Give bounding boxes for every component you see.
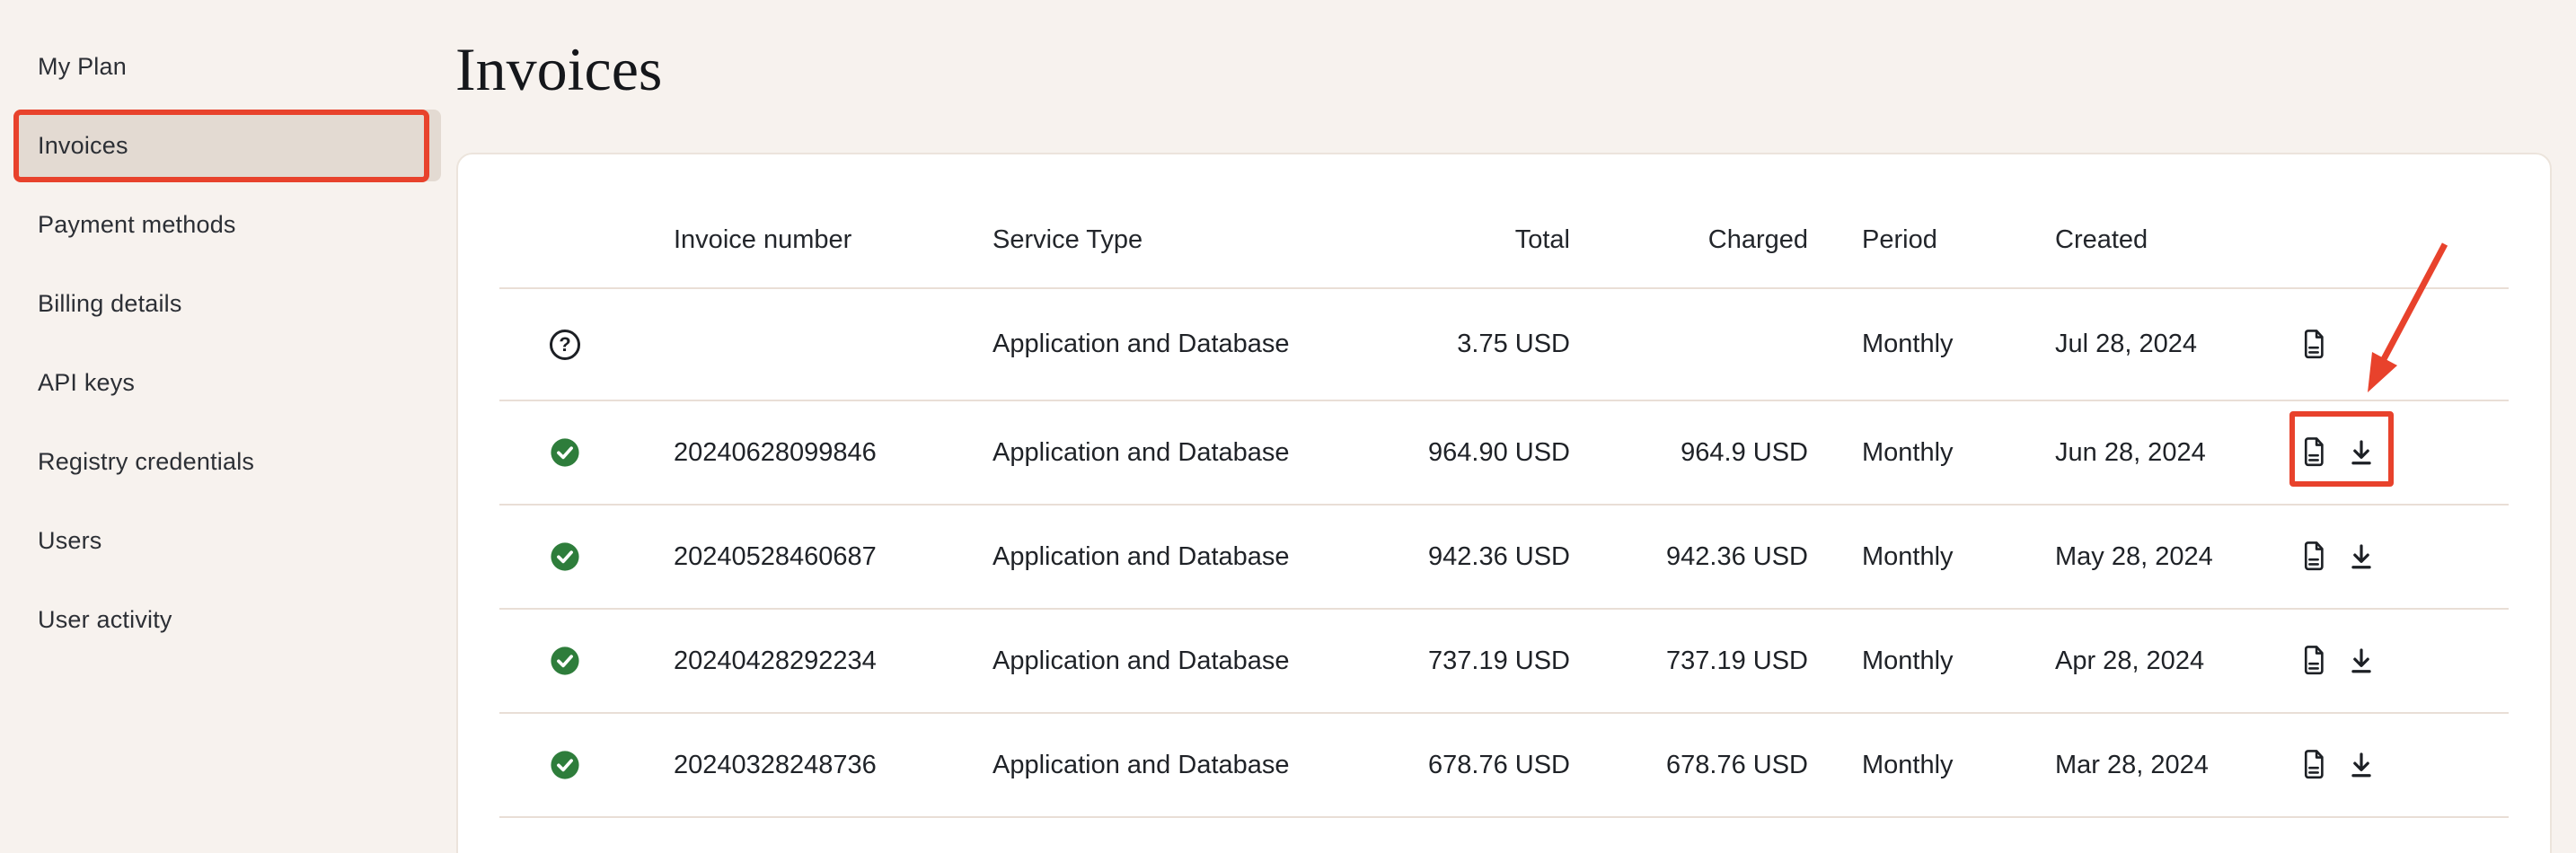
download-icon[interactable]: [2347, 438, 2376, 467]
actions-cell: [2293, 329, 2509, 361]
document-icon[interactable]: [2300, 436, 2327, 469]
period-cell: Monthly: [1808, 542, 2024, 572]
header-charged: Charged: [1570, 225, 1808, 255]
sidebar-item-registry-credentials[interactable]: Registry credentials: [13, 426, 441, 497]
period-cell: Monthly: [1808, 438, 2024, 468]
document-icon[interactable]: [2300, 749, 2327, 781]
document-icon[interactable]: [2300, 645, 2327, 677]
total-cell: 964.90 USD: [1352, 438, 1570, 468]
check-circle-icon: [550, 750, 580, 780]
total-cell: 3.75 USD: [1352, 330, 1570, 359]
sidebar-item-label: Payment methods: [38, 211, 236, 239]
invoice-number-cell: 20240528460687: [674, 542, 992, 572]
sidebar-item-label: Billing details: [38, 290, 182, 318]
created-cell: Apr 28, 2024: [2024, 646, 2293, 676]
charged-cell: 942.36 USD: [1570, 542, 1808, 572]
status-cell: [499, 541, 674, 572]
charged-cell: 678.76 USD: [1570, 751, 1808, 780]
total-cell: 942.36 USD: [1352, 542, 1570, 572]
invoice-row: 20240228018498Application and Database93…: [499, 816, 2509, 853]
sidebar-item-label: My Plan: [38, 53, 127, 81]
sidebar-item-invoices[interactable]: Invoices: [13, 110, 441, 181]
sidebar-item-label: Invoices: [38, 132, 128, 160]
total-cell: 678.76 USD: [1352, 751, 1570, 780]
status-cell: [499, 437, 674, 468]
billing-invoices-page: My Plan Invoices Payment methods Billing de…: [0, 0, 2576, 853]
service-type-cell: Application and Database: [992, 751, 1352, 780]
invoice-row: 20240328248736Application and Database67…: [499, 712, 2509, 816]
actions-cell: [2293, 541, 2509, 573]
header-service-type: Service Type: [992, 225, 1352, 255]
invoice-row: 20240528460687Application and Database94…: [499, 504, 2509, 608]
invoice-row: 20240428292234Application and Database73…: [499, 608, 2509, 712]
download-icon[interactable]: [2347, 646, 2376, 675]
sidebar-item-api-keys[interactable]: API keys: [13, 347, 441, 418]
period-cell: Monthly: [1808, 646, 2024, 676]
download-icon[interactable]: [2347, 542, 2376, 571]
invoice-number-cell: 20240428292234: [674, 646, 992, 676]
sidebar-item-label: Registry credentials: [38, 448, 254, 476]
sidebar-item-billing-details[interactable]: Billing details: [13, 268, 441, 339]
actions-cell: [2293, 436, 2509, 469]
check-circle-icon: [550, 646, 580, 676]
charged-cell: 737.19 USD: [1570, 646, 1808, 676]
page-title: Invoices: [455, 34, 662, 105]
invoice-number-cell: 20240628099846: [674, 438, 992, 468]
settings-sidebar: My Plan Invoices Payment methods Billing de…: [0, 0, 452, 853]
invoice-number-cell: 20240328248736: [674, 751, 992, 780]
sidebar-nav: My Plan Invoices Payment methods Billing de…: [0, 0, 452, 655]
invoice-row: ? Application and Database3.75 USD Monthly…: [499, 287, 2509, 400]
service-type-cell: Application and Database: [992, 542, 1352, 572]
document-icon[interactable]: [2300, 541, 2327, 573]
sidebar-item-user-activity[interactable]: User activity: [13, 584, 441, 655]
table-header-row: Invoice number Service Type Total Charge…: [499, 154, 2509, 287]
status-cell: ?: [499, 330, 674, 360]
period-cell: Monthly: [1808, 751, 2024, 780]
created-cell: Jun 28, 2024: [2024, 438, 2293, 468]
document-icon[interactable]: [2300, 329, 2327, 361]
sidebar-item-label: API keys: [38, 369, 135, 397]
status-cell: [499, 750, 674, 780]
header-period: Period: [1808, 225, 2024, 255]
service-type-cell: Application and Database: [992, 646, 1352, 676]
created-cell: May 28, 2024: [2024, 542, 2293, 572]
total-cell: 737.19 USD: [1352, 646, 1570, 676]
service-type-cell: Application and Database: [992, 438, 1352, 468]
question-circle-icon[interactable]: ?: [550, 330, 580, 360]
period-cell: Monthly: [1808, 330, 2024, 359]
status-cell: [499, 646, 674, 676]
header-invoice-number: Invoice number: [674, 225, 992, 255]
sidebar-item-label: User activity: [38, 606, 172, 634]
created-cell: Jul 28, 2024: [2024, 330, 2293, 359]
sidebar-item-users[interactable]: Users: [13, 505, 441, 576]
check-circle-icon: [550, 541, 580, 572]
actions-cell: [2293, 749, 2509, 781]
header-total: Total: [1352, 225, 1570, 255]
charged-cell: 964.9 USD: [1570, 438, 1808, 468]
check-circle-icon: [550, 437, 580, 468]
sidebar-item-label: Users: [38, 527, 102, 555]
actions-cell: [2293, 645, 2509, 677]
invoices-card: Invoice number Service Type Total Charge…: [456, 153, 2552, 853]
invoice-row: 20240628099846Application and Database96…: [499, 400, 2509, 504]
sidebar-item-my-plan[interactable]: My Plan: [13, 31, 441, 102]
service-type-cell: Application and Database: [992, 330, 1352, 359]
download-icon[interactable]: [2347, 751, 2376, 779]
sidebar-item-payment-methods[interactable]: Payment methods: [13, 189, 441, 260]
header-created: Created: [2024, 225, 2293, 255]
created-cell: Mar 28, 2024: [2024, 751, 2293, 780]
table-body: ?Application and Database3.75 USDMonthly…: [458, 287, 2550, 853]
